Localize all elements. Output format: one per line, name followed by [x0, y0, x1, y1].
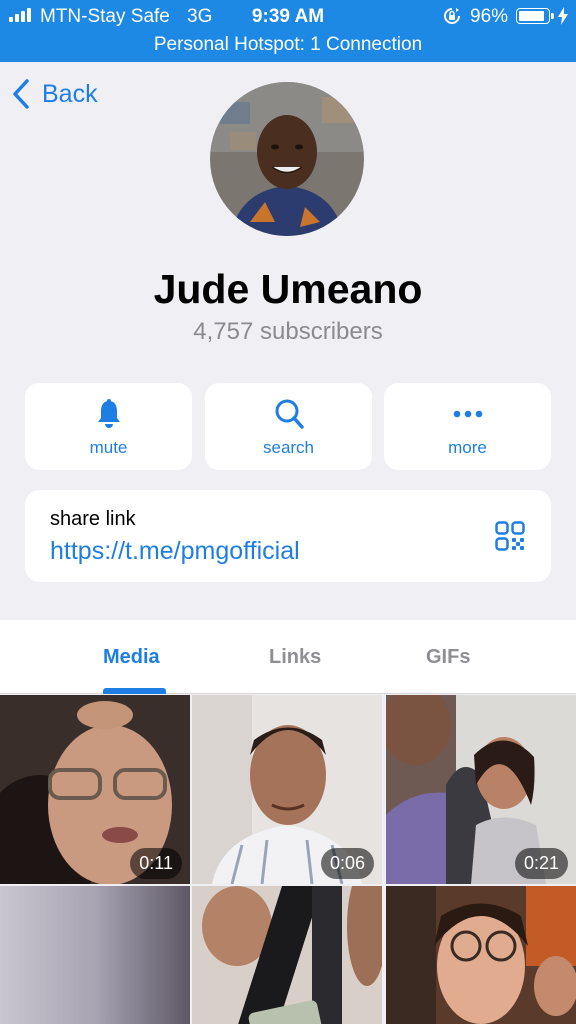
mute-label: mute	[89, 438, 128, 457]
active-tab-indicator	[103, 688, 166, 694]
media-thumbnail[interactable]	[386, 886, 576, 1024]
qr-code-icon[interactable]	[495, 521, 525, 551]
charging-bolt-icon	[558, 7, 568, 25]
back-button[interactable]: Back	[12, 78, 98, 110]
mute-button[interactable]: mute	[25, 383, 192, 470]
search-button[interactable]: search	[205, 383, 372, 470]
share-link-url[interactable]: https://t.me/pmgofficial	[50, 537, 300, 566]
back-label: Back	[42, 79, 98, 108]
tab-links[interactable]: Links	[269, 646, 321, 669]
media-thumbnail[interactable]	[0, 886, 190, 1024]
video-duration: 0:06	[320, 848, 374, 879]
tab-media[interactable]: Media	[103, 646, 160, 669]
media-thumbnail[interactable]: 0:06	[192, 695, 382, 884]
hotspot-banner[interactable]: Personal Hotspot: 1 Connection	[0, 32, 576, 62]
video-duration: 0:11	[130, 848, 182, 879]
search-icon	[275, 399, 304, 429]
more-label: more	[448, 438, 487, 457]
subscriber-count: 4,757 subscribers	[193, 318, 383, 345]
battery-icon	[516, 8, 554, 24]
tab-gifs[interactable]: GIFs	[426, 646, 470, 669]
share-link-title: share link	[50, 508, 136, 530]
avatar[interactable]	[210, 82, 364, 236]
media-tabs: Media Links GIFs	[0, 620, 576, 694]
bell-icon	[97, 399, 120, 428]
status-bar: MTN-Stay Safe 3G 9:39 AM 96%	[0, 0, 576, 32]
media-thumbnail[interactable]: 0:11	[0, 695, 190, 884]
more-button[interactable]: more	[384, 383, 551, 470]
media-thumbnail[interactable]	[192, 886, 382, 1024]
chevron-left-icon	[13, 79, 29, 109]
battery-percentage: 96%	[470, 6, 509, 27]
channel-name: Jude Umeano	[153, 266, 423, 312]
rotation-lock-icon	[444, 8, 460, 24]
video-duration: 0:21	[514, 848, 568, 879]
share-link-card: share link https://t.me/pmgofficial	[25, 490, 551, 582]
search-label: search	[262, 438, 315, 457]
media-thumbnail[interactable]: 0:21	[386, 695, 576, 884]
more-dots-icon	[453, 410, 482, 418]
